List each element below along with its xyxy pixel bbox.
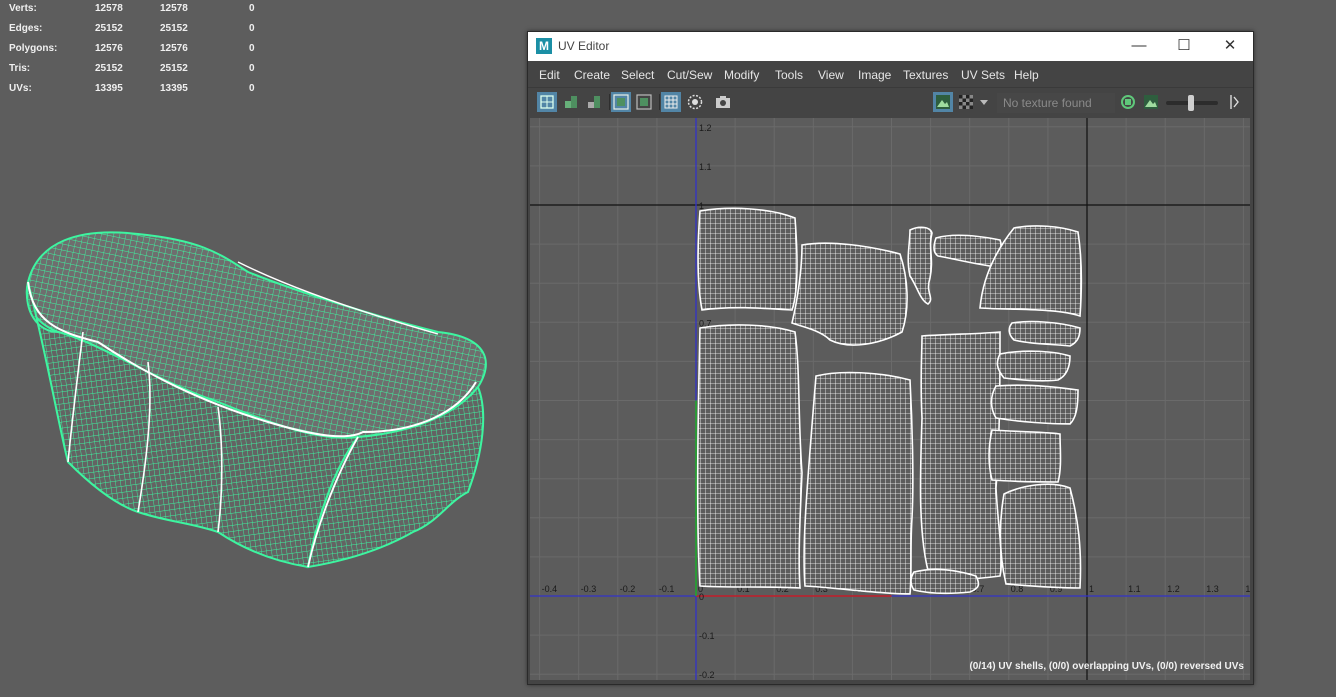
- hud-value: 0: [249, 3, 255, 14]
- uv-shell: [990, 384, 1079, 425]
- hud-label: Verts:: [9, 3, 37, 14]
- uv-editor-canvas[interactable]: -0.4-0.3-0.2-0.100.10.20.30.40.50.60.70.…: [530, 118, 1250, 680]
- uv-shell-select-icon[interactable]: [537, 92, 557, 112]
- menu-item-uv-sets[interactable]: UV Sets: [961, 68, 1005, 82]
- u-tick-label: 1: [1089, 584, 1094, 594]
- u-tick-label: -0.3: [581, 584, 597, 594]
- v-tick-label: 1: [699, 201, 704, 211]
- uv-face-icon[interactable]: [584, 92, 604, 112]
- u-tick-label: -0.1: [659, 584, 675, 594]
- hud-value: 12578: [95, 3, 123, 14]
- uv-editor-window[interactable]: M UV Editor — ☐ ✕ Edit Create Select Cut/Se…: [527, 31, 1254, 685]
- window-title: UV Editor: [558, 39, 610, 53]
- hud-row: Tris: 25152 25152 0: [0, 63, 270, 79]
- hud-label: Edges:: [9, 23, 43, 34]
- viewport-mesh[interactable]: [18, 222, 500, 574]
- checker-icon[interactable]: [956, 92, 976, 112]
- hud-value: 0: [249, 63, 255, 74]
- maya-logo-icon: M: [536, 38, 552, 54]
- uv-shell: [1008, 320, 1081, 347]
- uv-edit-frame-icon[interactable]: [634, 92, 654, 112]
- menu-item-modify[interactable]: Modify: [724, 68, 759, 82]
- uv-shell: [988, 429, 1062, 483]
- menu-item-select[interactable]: Select: [621, 68, 654, 82]
- u-tick-label: 1.2: [1167, 584, 1180, 594]
- uv-shell: [803, 371, 914, 595]
- display-image-icon[interactable]: [933, 92, 953, 112]
- v-tick-label: 0: [699, 592, 704, 602]
- uv-shell: [791, 242, 908, 346]
- hud-value: 12578: [160, 3, 188, 14]
- hud-label: Tris:: [9, 63, 31, 74]
- hud-row: UVs: 13395 13395 0: [0, 83, 270, 99]
- snapshot-camera-icon[interactable]: [713, 92, 733, 112]
- menu-item-edit[interactable]: Edit: [539, 68, 560, 82]
- maximize-button[interactable]: ☐: [1161, 32, 1207, 61]
- u-tick-label: 1: [1245, 584, 1250, 594]
- hud-value: 12576: [160, 43, 188, 54]
- v-tick-label: 1.2: [699, 123, 712, 133]
- uv-vertex-icon[interactable]: [561, 92, 581, 112]
- hud-value: 25152: [160, 23, 188, 34]
- menu-bar: Edit Create Select Cut/Sew Modify Tools View Im…: [528, 61, 1253, 87]
- uv-shell: [696, 324, 803, 589]
- hud-row: Verts: 12578 12578 0: [0, 3, 270, 19]
- v-tick-label: -0.1: [699, 631, 715, 641]
- menu-item-view[interactable]: View: [818, 68, 844, 82]
- hud-value: 12576: [95, 43, 123, 54]
- isolate-select-icon[interactable]: [611, 92, 631, 112]
- menu-item-textures[interactable]: Textures: [903, 68, 948, 82]
- texture-name-field[interactable]: No texture found: [997, 93, 1115, 113]
- hud-value: 13395: [95, 83, 123, 94]
- hud-value: 0: [249, 83, 255, 94]
- hud-value: 13395: [160, 83, 188, 94]
- hud-row: Polygons: 12576 12576 0: [0, 43, 270, 59]
- gamma-toggle-icon[interactable]: [1225, 92, 1245, 112]
- title-bar[interactable]: M UV Editor — ☐ ✕: [528, 32, 1253, 61]
- uv-shell: [933, 234, 1003, 267]
- hud-value: 25152: [160, 63, 188, 74]
- exposure-slider-handle[interactable]: [1188, 95, 1194, 111]
- hud-label: Polygons:: [9, 43, 58, 54]
- close-button[interactable]: ✕: [1207, 32, 1253, 61]
- u-tick-label: -0.4: [542, 584, 558, 594]
- image-display-icon[interactable]: [1141, 92, 1161, 112]
- menu-item-cut-sew[interactable]: Cut/Sew: [667, 68, 712, 82]
- u-tick-label: 1.3: [1206, 584, 1219, 594]
- grid-snap-icon[interactable]: [661, 92, 681, 112]
- u-tick-label: 1.1: [1128, 584, 1141, 594]
- uv-grid[interactable]: -0.4-0.3-0.2-0.100.10.20.30.40.50.60.70.…: [530, 118, 1250, 680]
- uv-shell: [697, 207, 798, 311]
- hud-value: 0: [249, 43, 255, 54]
- hud-label: UVs:: [9, 83, 32, 94]
- dropdown-arrow-icon[interactable]: [977, 92, 991, 112]
- uv-shell: [999, 483, 1082, 589]
- hud-row: Edges: 25152 25152 0: [0, 23, 270, 39]
- menu-item-image[interactable]: Image: [858, 68, 891, 82]
- uv-shell: [996, 350, 1071, 382]
- texture-refresh-icon[interactable]: [1118, 92, 1138, 112]
- toolbar: No texture found: [528, 87, 1253, 118]
- hud-value: 0: [249, 23, 255, 34]
- u-tick-label: -0.2: [620, 584, 636, 594]
- uv-status-text: (0/14) UV shells, (0/0) overlapping UVs,…: [969, 661, 1244, 672]
- menu-item-tools[interactable]: Tools: [775, 68, 803, 82]
- soft-select-icon[interactable]: [685, 92, 705, 112]
- hud-value: 25152: [95, 63, 123, 74]
- menu-item-help[interactable]: Help: [1014, 68, 1039, 82]
- minimize-button[interactable]: —: [1116, 32, 1162, 61]
- uv-shell: [907, 226, 933, 305]
- hud-value: 25152: [95, 23, 123, 34]
- v-tick-label: 1.1: [699, 162, 712, 172]
- menu-item-create[interactable]: Create: [574, 68, 610, 82]
- v-tick-label: -0.2: [699, 670, 715, 680]
